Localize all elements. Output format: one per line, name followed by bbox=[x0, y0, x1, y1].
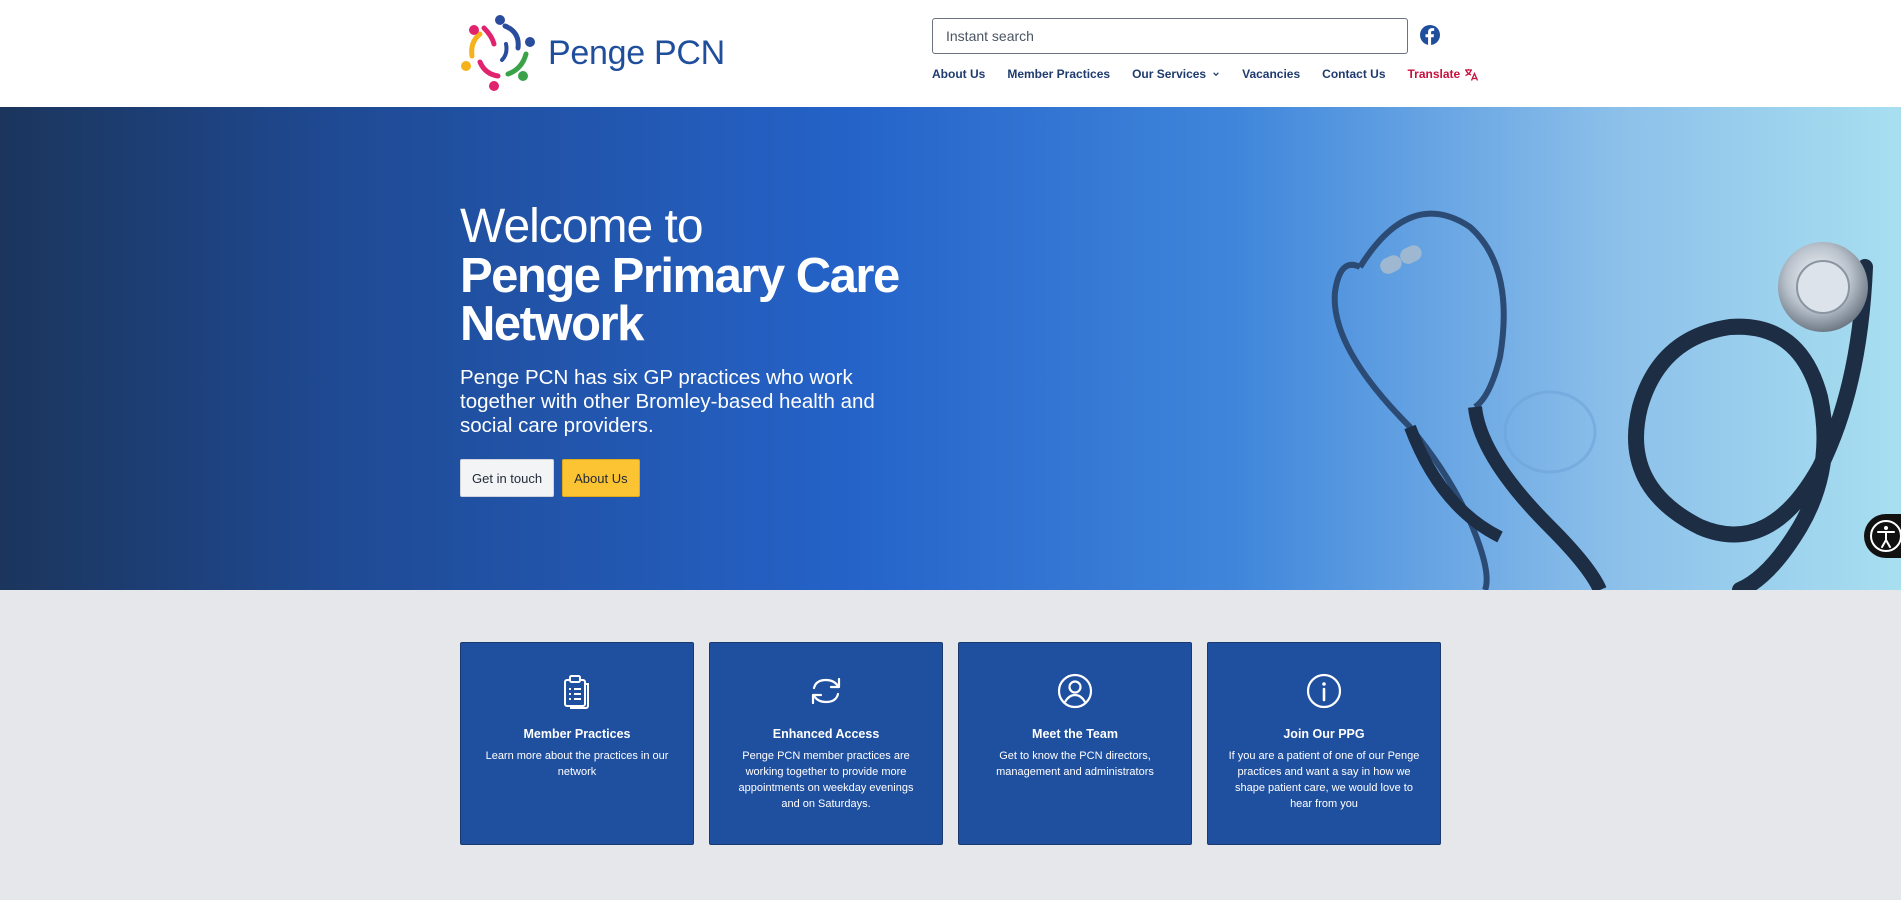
card-title: Join Our PPG bbox=[1283, 727, 1365, 741]
card-title: Member Practices bbox=[523, 727, 631, 741]
card-description: Penge PCN member practices are working t… bbox=[738, 750, 914, 810]
logo-icon bbox=[461, 15, 535, 91]
feature-cards: Member Practices Learn more about the pr… bbox=[460, 642, 1441, 845]
site-header: Penge PCN About Us Member Practices Our … bbox=[0, 0, 1901, 107]
nav-vacancies[interactable]: Vacancies bbox=[1242, 67, 1300, 81]
card-description: Get to know the PCN directors, managemen… bbox=[996, 750, 1154, 778]
hero-title-line1: Penge Primary Care bbox=[460, 249, 900, 303]
nav-our-services-label: Our Services bbox=[1132, 67, 1207, 81]
hero-title-line2: Network bbox=[460, 297, 644, 351]
nav-translate[interactable]: Translate bbox=[1408, 67, 1479, 81]
card-meet-the-team[interactable]: Meet the Team Get to know the PCN direct… bbox=[958, 642, 1192, 845]
card-enhanced-access[interactable]: Enhanced Access Penge PCN member practic… bbox=[709, 642, 943, 845]
card-title: Meet the Team bbox=[1032, 727, 1118, 741]
hero-content: Welcome to Penge Primary Care Network Pe… bbox=[460, 202, 930, 497]
info-icon bbox=[1306, 673, 1342, 709]
chevron-down-icon bbox=[1213, 72, 1219, 77]
hero-banner: Welcome to Penge Primary Care Network Pe… bbox=[0, 107, 1901, 590]
card-member-practices[interactable]: Member Practices Learn more about the pr… bbox=[460, 642, 694, 845]
hero-subtitle: Penge PCN has six GP practices who work … bbox=[460, 366, 875, 437]
user-circle-icon bbox=[1057, 673, 1093, 709]
card-join-our-ppg[interactable]: Join Our PPG If you are a patient of one… bbox=[1207, 642, 1441, 845]
card-description: Learn more about the practices in our ne… bbox=[485, 750, 669, 778]
card-title: Enhanced Access bbox=[772, 727, 880, 741]
main-nav: About Us Member Practices Our Services V… bbox=[932, 67, 1479, 81]
nav-member-practices[interactable]: Member Practices bbox=[1007, 67, 1110, 81]
card-description: If you are a patient of one of our Penge… bbox=[1228, 750, 1420, 810]
accessibility-widget[interactable] bbox=[1864, 514, 1901, 558]
nav-our-services[interactable]: Our Services bbox=[1132, 67, 1220, 81]
translate-icon bbox=[1465, 68, 1479, 81]
get-in-touch-button[interactable]: Get in touch bbox=[460, 459, 555, 497]
logo-text: Penge PCN bbox=[548, 33, 725, 72]
logo[interactable]: Penge PCN bbox=[460, 14, 725, 92]
clipboard-icon bbox=[564, 675, 589, 709]
refresh-icon bbox=[811, 677, 841, 705]
nav-contact-us[interactable]: Contact Us bbox=[1322, 67, 1385, 81]
accessibility-icon bbox=[1870, 520, 1901, 552]
nav-translate-label: Translate bbox=[1407, 67, 1461, 81]
facebook-icon[interactable] bbox=[1420, 25, 1440, 45]
hero-buttons: Get in touch About Us bbox=[460, 459, 930, 497]
stethoscope-image bbox=[1331, 210, 1873, 590]
search-input[interactable] bbox=[932, 18, 1408, 54]
nav-about-us[interactable]: About Us bbox=[932, 67, 985, 81]
hero-welcome: Welcome to bbox=[460, 200, 704, 253]
about-us-button[interactable]: About Us bbox=[562, 459, 640, 497]
